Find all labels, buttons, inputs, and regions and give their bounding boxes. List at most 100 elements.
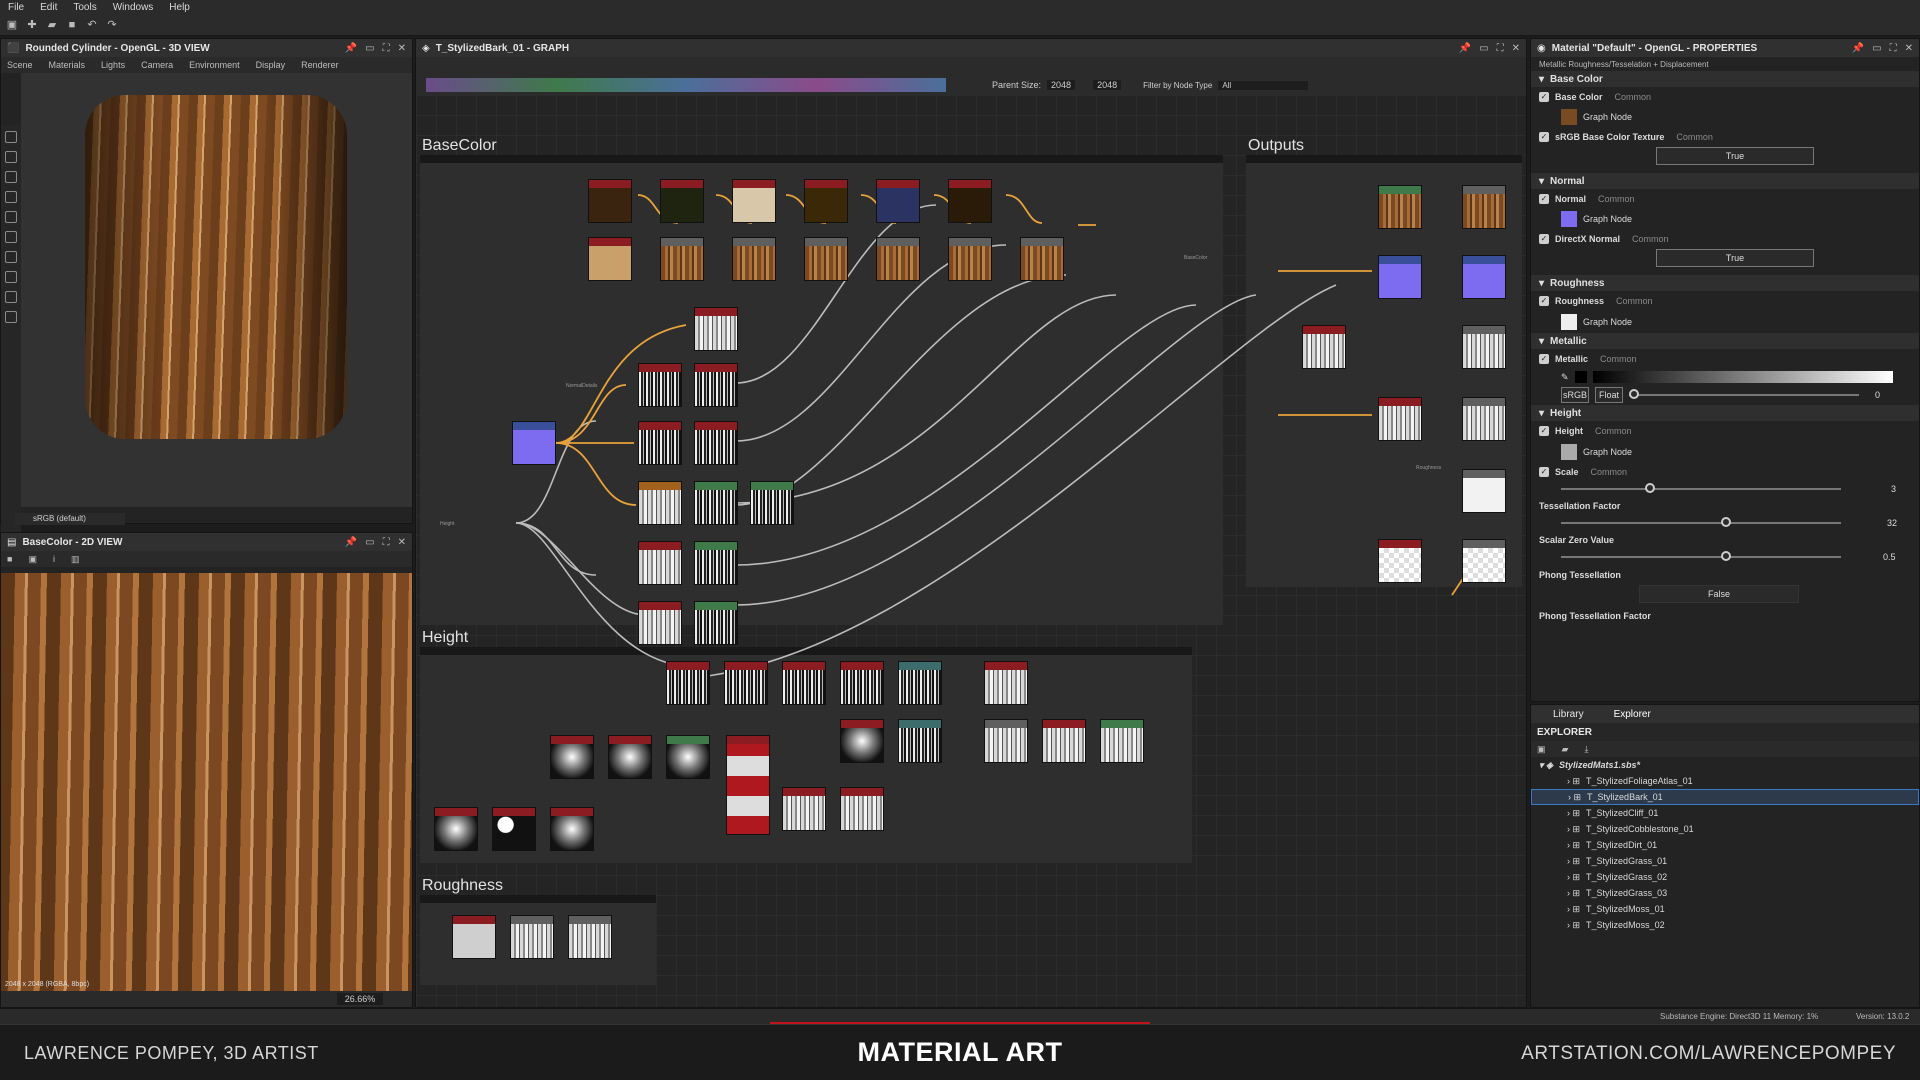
node-output-height[interactable]: [1462, 325, 1506, 369]
normal-swatch[interactable]: [1561, 211, 1577, 227]
env-tool-icon[interactable]: [5, 171, 17, 183]
node-tile-generator[interactable]: [840, 719, 884, 763]
node-histogram-2[interactable]: [638, 601, 682, 645]
node-output-basecolor-src[interactable]: [1378, 185, 1422, 229]
list-item[interactable]: › ⊞ T_StylizedGrass_01: [1531, 853, 1919, 869]
node-output-roughness[interactable]: [1462, 469, 1506, 513]
node-output-rma[interactable]: [1462, 539, 1506, 583]
node-height-8[interactable]: [782, 787, 826, 831]
maximize-icon[interactable]: ⛶: [1890, 43, 1897, 54]
view3d-tab-renderer[interactable]: Renderer: [301, 60, 339, 70]
node-blend-6[interactable]: [1020, 237, 1064, 281]
list-item[interactable]: › ⊞ T_StylizedGrass_03: [1531, 885, 1919, 901]
view3d-tab-lights[interactable]: Lights: [101, 60, 125, 70]
node-ambient-occlusion[interactable]: [638, 541, 682, 585]
node-curvature[interactable]: [638, 481, 682, 525]
menu-file[interactable]: File: [8, 2, 24, 13]
graph-canvas[interactable]: BaseColor Outputs Height Roughness BaseC…: [416, 95, 1526, 1007]
node-histogram-select[interactable]: [694, 421, 738, 465]
size-select[interactable]: 2048: [1093, 80, 1122, 90]
open-icon[interactable]: ▰: [1562, 744, 1569, 755]
roughness-swatch[interactable]: [1561, 314, 1577, 330]
package-item[interactable]: ▾ ◈ StylizedMats1.sbs*: [1531, 757, 1919, 773]
node-height-blend-3[interactable]: [1100, 719, 1144, 763]
srgb-true-button[interactable]: True: [1656, 147, 1814, 165]
menu-edit[interactable]: Edit: [40, 2, 57, 13]
eyedropper-icon[interactable]: ✎: [1561, 372, 1569, 383]
grid-tool-icon[interactable]: [5, 211, 17, 223]
node-height-1[interactable]: [666, 661, 710, 705]
node-uniform-color-3[interactable]: [732, 179, 776, 223]
node-blend-1[interactable]: [660, 237, 704, 281]
normal-checkbox[interactable]: ✓: [1539, 194, 1549, 204]
menu-tools[interactable]: Tools: [73, 2, 96, 13]
node-uniform-color-1[interactable]: [588, 179, 632, 223]
node-rough-uniform[interactable]: [452, 915, 496, 959]
node-levels-3[interactable]: [750, 481, 794, 525]
float-icon[interactable]: ▭: [365, 43, 374, 54]
section-metallic[interactable]: ▾ Metallic: [1531, 333, 1919, 349]
mesh-icon[interactable]: [5, 251, 17, 263]
scale-slider[interactable]: [1561, 483, 1841, 493]
node-cells[interactable]: [492, 807, 536, 851]
save-icon[interactable]: ■: [66, 19, 78, 31]
float-icon[interactable]: ▭: [365, 537, 374, 548]
metallic-checkbox[interactable]: ✓: [1539, 354, 1549, 364]
light-tool-icon[interactable]: [5, 151, 17, 163]
close-icon[interactable]: ✕: [398, 43, 406, 54]
list-item[interactable]: › ⊞ T_StylizedCobblestone_01: [1531, 821, 1919, 837]
maximize-icon[interactable]: ⛶: [383, 537, 390, 548]
node-levels-1[interactable]: [694, 307, 738, 351]
directx-true-button[interactable]: True: [1656, 249, 1814, 267]
node-shape-3[interactable]: [666, 735, 710, 779]
float-button[interactable]: Float: [1595, 387, 1623, 403]
view3d-tab-environment[interactable]: Environment: [189, 60, 240, 70]
node-height-4[interactable]: [840, 661, 884, 705]
height-checkbox[interactable]: ✓: [1539, 426, 1549, 436]
directx-checkbox[interactable]: ✓: [1539, 234, 1549, 244]
import-icon[interactable]: ⤓: [1584, 744, 1588, 755]
node-normal-input[interactable]: [512, 421, 556, 465]
texture-preview[interactable]: [1, 573, 412, 993]
node-uniform-color-5[interactable]: [876, 179, 920, 223]
zoom-input[interactable]: 26.66%: [337, 993, 383, 1005]
node-shape-1[interactable]: [550, 735, 594, 779]
node-uniform-color-2[interactable]: [660, 179, 704, 223]
node-levels-4[interactable]: [694, 541, 738, 585]
node-blend-4[interactable]: [876, 237, 920, 281]
section-height[interactable]: ▾ Height: [1531, 405, 1919, 421]
node-height-2[interactable]: [724, 661, 768, 705]
node-rough-blend-2[interactable]: [568, 915, 612, 959]
node-ao-src[interactable]: [1378, 397, 1422, 441]
node-uniform-color-6[interactable]: [948, 179, 992, 223]
maximize-icon[interactable]: ⛶: [1497, 43, 1504, 54]
float-icon[interactable]: ▭: [1872, 43, 1881, 54]
node-perlin-noise[interactable]: [434, 807, 478, 851]
list-item[interactable]: › ⊞ T_StylizedMoss_01: [1531, 901, 1919, 917]
node-height-blend-2[interactable]: [1042, 719, 1086, 763]
node-output-basecolor[interactable]: [1462, 185, 1506, 229]
list-item[interactable]: › ⊞ T_StylizedDirt_01: [1531, 837, 1919, 853]
pin-icon[interactable]: 📌: [345, 537, 357, 548]
undo-icon[interactable]: ↶: [86, 19, 98, 31]
section-normal[interactable]: ▾ Normal: [1531, 173, 1919, 189]
scale-checkbox[interactable]: ✓: [1539, 467, 1549, 477]
node-height-9[interactable]: [840, 787, 884, 831]
node-height-7[interactable]: [898, 719, 942, 763]
node-height-blend-1[interactable]: [984, 719, 1028, 763]
node-blend-2[interactable]: [732, 237, 776, 281]
new-graph-icon[interactable]: ✚: [26, 19, 38, 31]
menu-help[interactable]: Help: [169, 2, 190, 13]
artstation-link[interactable]: ARTSTATION.COM/LAWRENCEPOMPEY: [1521, 1043, 1896, 1065]
base-color-checkbox[interactable]: ✓: [1539, 92, 1549, 102]
new-icon[interactable]: ▣: [1537, 744, 1546, 755]
view3d-tab-materials[interactable]: Materials: [49, 60, 86, 70]
view3d-tab-scene[interactable]: Scene: [7, 60, 33, 70]
node-height-5[interactable]: [898, 661, 942, 705]
node-blend-5[interactable]: [948, 237, 992, 281]
phong-false-button[interactable]: False: [1639, 585, 1799, 603]
pin-icon[interactable]: 📌: [1852, 43, 1864, 54]
new-package-icon[interactable]: ▣: [6, 19, 18, 31]
metallic-gradient[interactable]: [1592, 371, 1893, 383]
section-base-color[interactable]: ▾ Base Color: [1531, 71, 1919, 87]
